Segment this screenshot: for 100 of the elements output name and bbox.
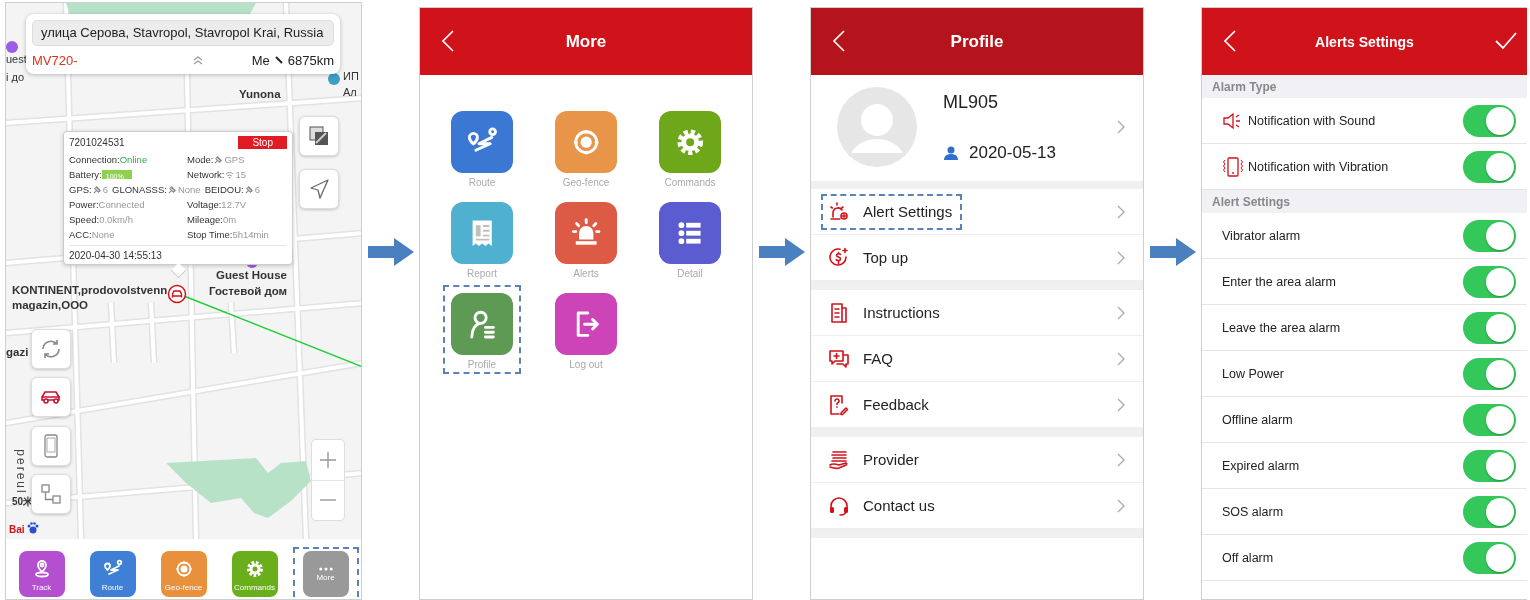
map-label: Bai <box>9 524 25 535</box>
ruler-icon <box>273 55 284 65</box>
satellite-icon <box>92 185 102 194</box>
setting-label: Notification with Sound <box>1248 113 1376 128</box>
paw-logo-icon <box>26 521 40 535</box>
setting-label: Vibrator alarm <box>1222 228 1301 243</box>
setting-label: Offline alarm <box>1222 412 1293 427</box>
menu-label: Instructions <box>863 304 940 321</box>
info-field: ACC:None <box>69 229 187 240</box>
toggle-switch[interactable] <box>1463 541 1516 574</box>
info-field: Voltage:12.7V <box>187 199 247 210</box>
section-header: Alarm Type <box>1202 75 1527 98</box>
menu-label: Contact us <box>863 497 935 514</box>
toggle-switch[interactable] <box>1463 219 1516 252</box>
satellite-icon <box>167 185 177 194</box>
expand-icon[interactable] <box>191 55 204 65</box>
toggle-switch[interactable] <box>1463 449 1516 482</box>
menu-tile[interactable]: Detail <box>659 202 721 279</box>
setting-label: Enter the area alarm <box>1222 274 1336 289</box>
menu-tile[interactable]: Route <box>451 111 513 188</box>
chevron-icon <box>1117 204 1125 219</box>
chevron-icon <box>1117 305 1125 320</box>
wifi-icon <box>225 170 235 179</box>
confirm-icon[interactable] <box>1495 32 1517 50</box>
menu-tile[interactable]: Profile <box>451 293 513 370</box>
map-label: Гостевой дом <box>209 285 288 297</box>
section-header: Alert Settings <box>1202 190 1527 213</box>
menu-tile[interactable]: Commands <box>659 111 721 188</box>
locate-button[interactable] <box>299 169 339 209</box>
menu-tile[interactable]: Geo-fence <box>555 111 617 188</box>
back-icon[interactable] <box>1224 30 1236 52</box>
more-icon <box>318 566 333 571</box>
minus-icon <box>319 498 337 503</box>
nodes-button[interactable] <box>31 474 71 514</box>
toolbar-button[interactable]: Route <box>89 551 136 597</box>
toggle-switch[interactable] <box>1463 403 1516 436</box>
map-label: gazi <box>6 346 29 358</box>
menu-label: Feedback <box>863 396 929 413</box>
arrow-icon <box>367 238 414 266</box>
chevron-icon <box>1117 120 1125 134</box>
setting-label: Expired alarm <box>1222 458 1300 473</box>
toggle-switch[interactable] <box>1463 104 1516 137</box>
toolbar-button[interactable]: Track <box>18 551 65 597</box>
map-label: Guest House <box>216 269 287 281</box>
info-field: Network: 15 <box>187 169 247 180</box>
address-field: улица Серова, Stavropol, Stavropol Krai, Russia <box>32 20 334 46</box>
arrow-icon <box>758 238 805 266</box>
toolbar-button[interactable]: Geo-fence <box>160 551 207 597</box>
menu-tile[interactable]: Report <box>451 202 513 279</box>
layers-icon <box>308 125 330 147</box>
toggle-switch[interactable] <box>1463 495 1516 528</box>
info-field: Mode: GPS <box>187 154 245 165</box>
menu-label: FAQ <box>863 350 893 367</box>
toggle-switch[interactable] <box>1463 265 1516 298</box>
toolbar-button[interactable]: More <box>302 551 349 597</box>
setting-label: Leave the area alarm <box>1222 320 1341 335</box>
satellite-icon <box>244 185 254 194</box>
info-field: Mileage:0m <box>187 214 237 225</box>
distance-label: Me <box>251 52 270 68</box>
toolbar-button[interactable]: Commands <box>231 551 278 597</box>
distance-value: 6875km <box>287 52 334 68</box>
refresh-icon <box>39 337 63 361</box>
toggle-switch[interactable] <box>1463 150 1516 183</box>
chevron-icon <box>1117 498 1125 513</box>
map-label: Ал <box>343 86 357 98</box>
chevron-icon <box>1117 397 1125 412</box>
info-field: Connection:Online <box>69 154 187 165</box>
menu-tile[interactable]: Alerts <box>555 202 617 279</box>
plus-icon <box>319 450 337 469</box>
toggle-switch[interactable] <box>1463 357 1516 390</box>
screen-title: Alerts Settings <box>1315 33 1414 50</box>
screen-title: Profile <box>950 31 1004 52</box>
timestamp: 2020-04-30 14:55:13 <box>69 245 287 261</box>
setting-label: Off alarm <box>1222 550 1274 565</box>
layers-button[interactable] <box>299 116 339 156</box>
map-label: uest <box>6 53 27 65</box>
refresh-button[interactable] <box>31 329 71 369</box>
chevron-icon <box>1117 452 1125 467</box>
setting-label: SOS alarm <box>1222 504 1284 519</box>
map-label: KONTINENT,prodovolstvenn <box>12 284 168 296</box>
menu-label: Top up <box>863 249 909 266</box>
info-field: Speed:0.0km/h <box>69 214 187 225</box>
arrow-icon <box>1149 238 1196 266</box>
map-label: ИП <box>343 70 359 82</box>
car-marker-icon <box>167 284 187 304</box>
status-badge: Stop <box>238 136 287 149</box>
device-name: MV720- <box>32 52 78 68</box>
toggle-switch[interactable] <box>1463 311 1516 344</box>
info-field: GLONASSS: None <box>112 184 201 195</box>
map-label: pereul <box>13 449 28 495</box>
vehicle-button[interactable] <box>31 377 71 417</box>
phone-button[interactable] <box>31 426 71 466</box>
phone-vibrate-icon <box>1222 156 1244 177</box>
menu-tile[interactable]: Log out <box>555 293 617 370</box>
phone-icon <box>43 434 59 458</box>
nodes-icon <box>39 482 63 506</box>
back-icon[interactable] <box>442 30 454 52</box>
back-icon[interactable] <box>833 30 845 52</box>
info-field: Power:Connected <box>69 199 187 210</box>
map-label: i до <box>6 71 25 83</box>
